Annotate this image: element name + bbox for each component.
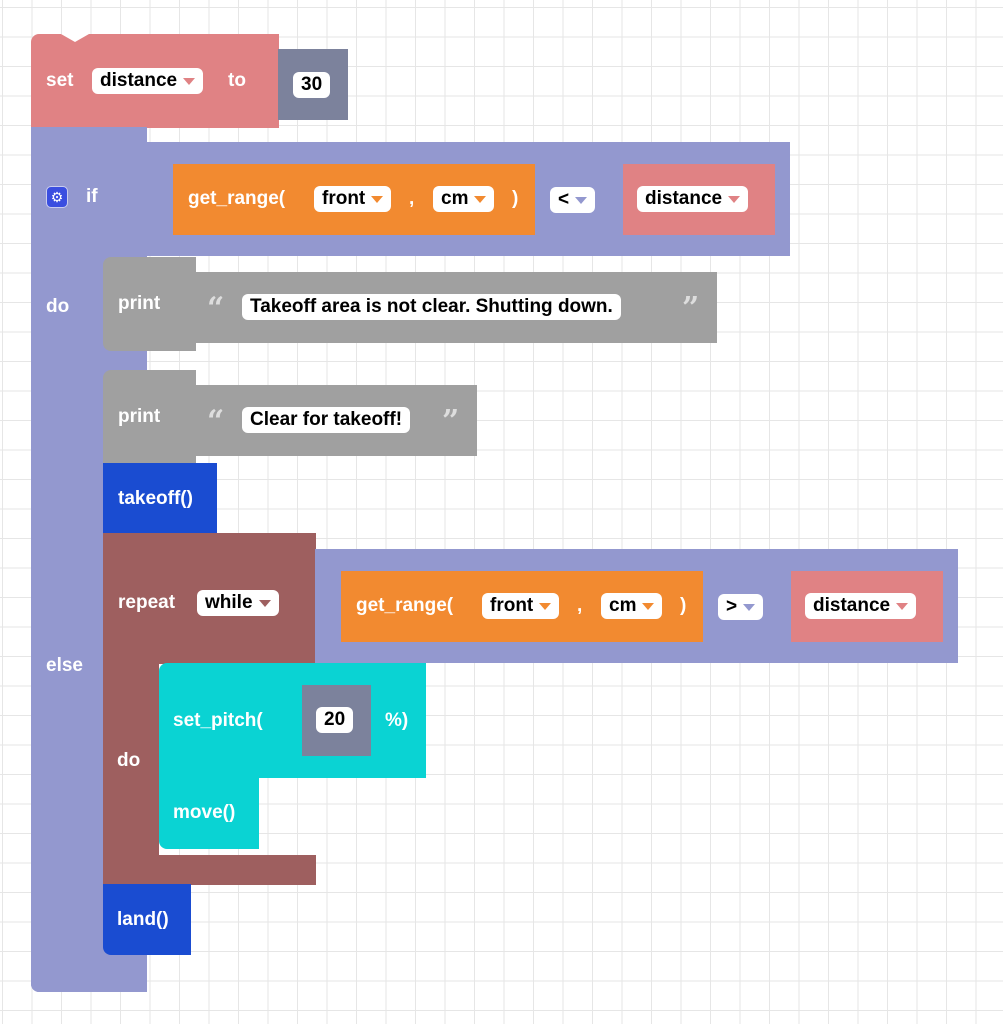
set-pitch-label: set_pitch( [173, 710, 263, 731]
dropdown-arrow-icon [371, 195, 384, 203]
dropdown-arrow-icon [258, 599, 271, 607]
variable-name: distance [645, 188, 723, 209]
loop-mode-value: while [205, 592, 253, 613]
set-pitch-block[interactable]: set_pitch( 20 %) [159, 663, 426, 778]
loop-mode-dropdown[interactable]: while [197, 590, 279, 616]
print-keyword: print [118, 406, 161, 427]
compare-block[interactable]: get_range( front , cm ) < distance [147, 142, 790, 256]
dropdown-arrow-icon [743, 603, 756, 611]
text-value: Clear for takeoff! [250, 409, 403, 430]
dropdown-arrow-icon [575, 196, 588, 204]
mutator-gear-button[interactable]: ⚙ [46, 186, 68, 208]
variable-get-block[interactable]: distance [791, 571, 943, 642]
direction-value: front [490, 595, 534, 616]
gear-icon: ⚙ [50, 189, 64, 205]
number-value: 20 [324, 709, 346, 730]
get-range-label: get_range( [188, 188, 286, 209]
do-keyword: do [46, 296, 70, 317]
variable-name: distance [813, 595, 891, 616]
print-block[interactable]: print [103, 370, 196, 464]
open-quote-icon: “ [207, 291, 225, 326]
unit-dropdown[interactable]: cm [433, 186, 495, 212]
repeat-bottom [103, 855, 316, 885]
dropdown-arrow-icon [728, 195, 741, 203]
get-range-block[interactable]: get_range( front , cm ) [173, 164, 535, 235]
number-value: 30 [301, 74, 323, 95]
land-block[interactable]: land() [103, 884, 191, 955]
variable-dropdown[interactable]: distance [805, 593, 917, 619]
percent-label: %) [385, 710, 409, 731]
print-keyword: print [118, 293, 161, 314]
number-field[interactable]: 20 [316, 707, 354, 733]
to-keyword: to [228, 70, 246, 91]
direction-dropdown[interactable]: front [314, 186, 392, 212]
operator-value: < [558, 189, 570, 210]
text-block[interactable]: “ Clear for takeoff! ” [195, 385, 477, 456]
text-field[interactable]: Takeoff area is not clear. Shutting down… [242, 294, 621, 320]
print-block[interactable]: print [103, 257, 196, 351]
operator-dropdown[interactable]: > [718, 594, 764, 620]
text-value: Takeoff area is not clear. Shutting down… [250, 296, 613, 317]
get-range-label: get_range( [356, 595, 454, 616]
compare-block[interactable]: get_range( front , cm ) > distance [315, 549, 958, 663]
close-paren: ) [680, 595, 687, 616]
comma: , [577, 595, 583, 616]
operator-dropdown[interactable]: < [550, 187, 596, 213]
text-block[interactable]: “ Takeoff area is not clear. Shutting do… [195, 272, 717, 343]
open-quote-icon: “ [207, 404, 225, 439]
land-label: land() [117, 909, 169, 930]
repeat-keyword: repeat [118, 592, 176, 613]
set-keyword: set [46, 70, 74, 91]
variable-dropdown[interactable]: distance [92, 68, 204, 94]
operator-value: > [726, 596, 738, 617]
direction-value: front [322, 188, 366, 209]
set-variable-block[interactable]: set distance to [31, 34, 279, 128]
dropdown-arrow-icon [896, 602, 909, 610]
if-keyword: if [86, 186, 98, 207]
unit-dropdown[interactable]: cm [601, 593, 663, 619]
if-else-do-arm [31, 255, 103, 955]
variable-name: distance [100, 70, 178, 91]
text-field[interactable]: Clear for takeoff! [242, 407, 411, 433]
number-field[interactable]: 30 [293, 72, 331, 98]
takeoff-block[interactable]: takeoff() [103, 463, 217, 534]
variable-get-block[interactable]: distance [623, 164, 775, 235]
close-paren: ) [512, 188, 519, 209]
do-keyword: do [117, 750, 141, 771]
dropdown-arrow-icon [539, 602, 552, 610]
close-quote-icon: ” [442, 404, 460, 439]
number-block[interactable]: 20 [302, 685, 371, 756]
dropdown-arrow-icon [642, 602, 655, 610]
variable-dropdown[interactable]: distance [637, 186, 749, 212]
else-keyword: else [46, 655, 83, 676]
unit-value: cm [609, 595, 637, 616]
move-block[interactable]: move() [159, 777, 259, 849]
dropdown-arrow-icon [474, 195, 487, 203]
unit-value: cm [441, 188, 469, 209]
repeat-while-block[interactable]: repeat while [103, 533, 316, 664]
number-block[interactable]: 30 [278, 49, 348, 120]
move-label: move() [173, 802, 236, 823]
direction-dropdown[interactable]: front [482, 593, 560, 619]
close-quote-icon: ” [682, 291, 700, 326]
if-else-bottom [31, 955, 147, 992]
get-range-block[interactable]: get_range( front , cm ) [341, 571, 703, 642]
comma: , [409, 188, 415, 209]
takeoff-label: takeoff() [118, 488, 193, 509]
dropdown-arrow-icon [183, 77, 196, 85]
